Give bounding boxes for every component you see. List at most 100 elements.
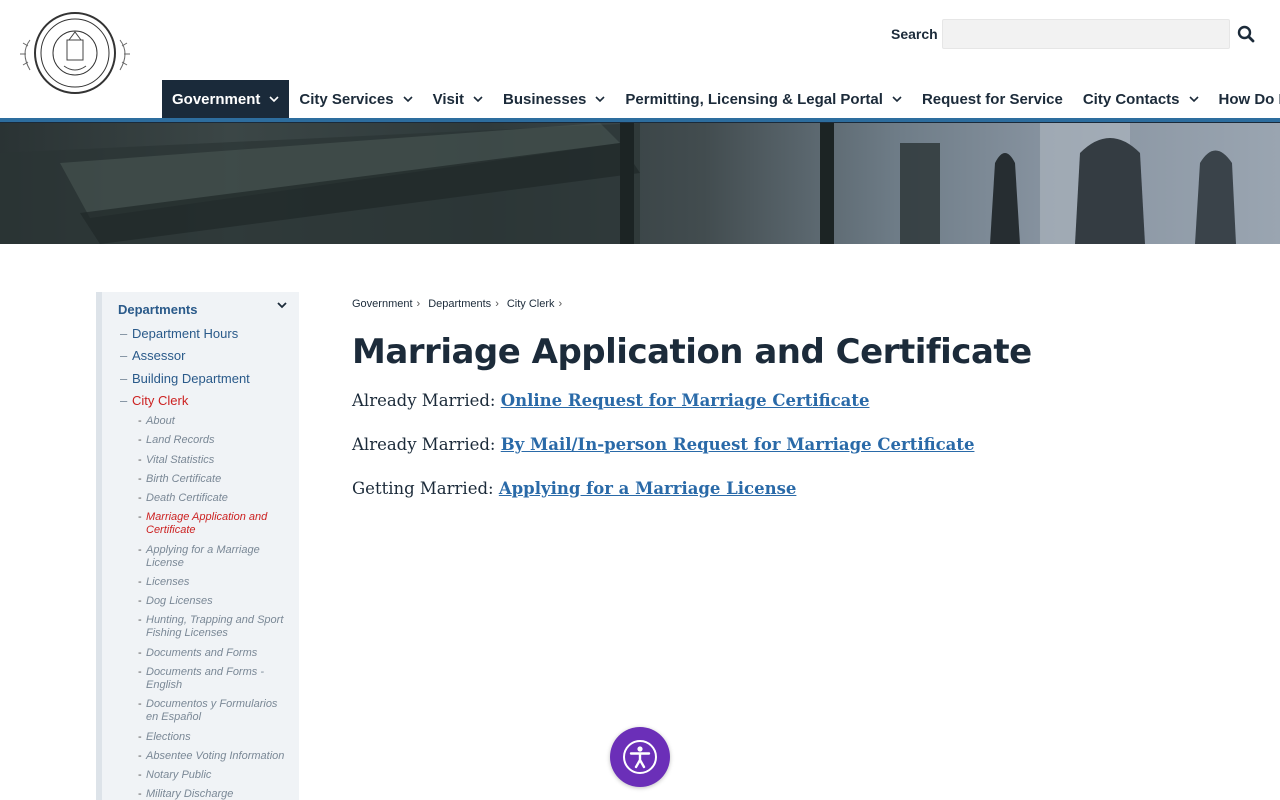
sidebar-subitem-label: Documents and Forms - English <box>146 666 264 691</box>
nav-item-government[interactable]: Government <box>162 80 290 118</box>
sidebar-subitem-label: Notary Public <box>146 769 212 781</box>
sidebar-item-label: Building Department <box>132 371 250 386</box>
sidebar-subitem-documentos-espanol[interactable]: - Documentos y Formularios en Español <box>138 698 288 724</box>
sidebar-subitem-label: Hunting, Trapping and Sport Fishing Lice… <box>146 614 284 639</box>
list-dash: – <box>120 348 128 363</box>
nav-item-businesses[interactable]: Businesses <box>493 80 615 118</box>
marriage-license-link[interactable]: Applying for a Marriage License <box>499 479 797 498</box>
nav-label: City Contacts <box>1082 90 1180 108</box>
sidebar-subitem-dog-licenses[interactable]: - Dog Licenses <box>138 595 288 608</box>
breadcrumb-separator: › <box>495 298 499 310</box>
sidebar-collapse-button[interactable] <box>275 298 289 312</box>
nav-label: How Do I? <box>1218 90 1280 108</box>
chevron-down-icon <box>277 302 287 309</box>
sidebar-subitem-label: Marriage Application and Certificate <box>146 511 268 536</box>
sidebar-item-label: Department Hours <box>132 326 239 341</box>
chevron-down-icon <box>892 94 902 104</box>
breadcrumb-government[interactable]: Government <box>352 298 413 310</box>
sidebar-subitem-label: Vital Statistics <box>146 454 215 466</box>
sidebar-subitem-label: Absentee Voting Information <box>146 750 285 762</box>
chevron-down-icon <box>1188 94 1199 104</box>
nav-item-request-for-service[interactable]: Request for Service <box>912 80 1073 118</box>
sidebar-subitem-label: Dog Licenses <box>146 595 213 607</box>
nav-label: Businesses <box>503 90 587 108</box>
search-input[interactable] <box>941 19 1230 49</box>
sidebar-subitem-birth-certificate[interactable]: - Birth Certificate <box>138 473 288 486</box>
sidebar-subitem-about[interactable]: - About <box>138 415 288 428</box>
content-prefix: Already Married: <box>352 435 501 454</box>
sidebar-subitem-label: Documentos y Formularios en Español <box>146 698 278 723</box>
accessibility-button[interactable] <box>610 727 670 787</box>
city-seal-logo[interactable] <box>16 10 134 96</box>
nav-item-city-contacts[interactable]: City Contacts <box>1073 80 1209 118</box>
content-prefix: Already Married: <box>352 391 501 410</box>
chevron-down-icon <box>595 94 605 104</box>
sidebar-subitem-notary-public[interactable]: - Notary Public <box>138 769 288 782</box>
chevron-down-icon <box>473 94 483 104</box>
sidebar-subitem-label: Documents and Forms <box>146 647 258 659</box>
search-icon <box>1237 25 1255 43</box>
sidebar-subitem-marriage-license[interactable]: - Applying for a Marriage License <box>138 544 288 570</box>
nav-item-city-services[interactable]: City Services <box>289 80 422 118</box>
breadcrumb-separator: › <box>558 298 563 310</box>
sidebar-subitem-death-certificate[interactable]: - Death Certificate <box>138 492 288 505</box>
sidebar-item-building-department[interactable]: – Building Department <box>120 371 250 386</box>
list-dash: – <box>120 393 128 408</box>
sidebar-item-department-hours[interactable]: – Department Hours <box>120 326 238 341</box>
sidebar-subitem-absentee-voting[interactable]: - Absentee Voting Information <box>138 750 288 763</box>
list-dash: – <box>120 326 128 341</box>
nav-item-visit[interactable]: Visit <box>423 80 493 118</box>
sidebar-subitem-elections[interactable]: - Elections <box>138 731 288 744</box>
nav-label: Permitting, Licensing & Legal Portal <box>625 90 883 108</box>
breadcrumb-city-clerk[interactable]: City Clerk <box>507 298 555 310</box>
sidebar-subitem-vital-statistics[interactable]: - Vital Statistics <box>138 454 288 467</box>
sidebar-subitem-land-records[interactable]: - Land Records <box>138 434 288 447</box>
breadcrumb-departments[interactable]: Departments <box>428 298 491 310</box>
sidebar-subitem-label: Military Discharge <box>146 788 234 800</box>
sidebar-item-assessor[interactable]: – Assessor <box>120 348 185 363</box>
sidebar-subitem-label: Licenses <box>146 576 190 588</box>
list-dash: – <box>120 371 128 386</box>
sidebar-subitem-marriage-application[interactable]: - Marriage Application and Certificate <box>138 511 288 537</box>
sidebar-subitem-licenses[interactable]: - Licenses <box>138 576 288 589</box>
mail-request-link[interactable]: By Mail/In-person Request for Marriage C… <box>501 435 975 454</box>
sidebar-item-city-clerk[interactable]: – City Clerk <box>120 393 188 408</box>
sidebar-subitem-label: About <box>146 415 175 427</box>
sidebar-nav: Departments – Department Hours – Assessor … <box>96 292 299 800</box>
content-line-mail-request: Already Married: By Mail/In-person Reque… <box>352 435 974 454</box>
sidebar-item-label: Assessor <box>132 348 186 363</box>
sidebar-subitem-label: Elections <box>146 731 191 743</box>
content-prefix: Getting Married: <box>352 479 499 498</box>
sidebar-subitem-military-discharge[interactable]: - Military Discharge <box>138 788 288 800</box>
page-title: Marriage Application and Certificate <box>352 332 1032 372</box>
nav-label: Visit <box>432 90 464 108</box>
search-area: Search <box>891 19 1262 49</box>
chevron-down-icon <box>403 94 413 104</box>
content-line-marriage-license: Getting Married: Applying for a Marriage… <box>352 479 796 498</box>
content-line-online-request: Already Married: Online Request for Marr… <box>352 391 869 410</box>
hero-banner-image <box>0 123 1280 244</box>
sidebar-heading[interactable]: Departments <box>118 302 197 317</box>
sidebar-subitem-label: Applying for a Marriage License <box>146 544 260 569</box>
nav-label: City Services <box>299 90 394 108</box>
online-request-link[interactable]: Online Request for Marriage Certificate <box>501 391 870 410</box>
sidebar-subitem-hunting-licenses[interactable]: - Hunting, Trapping and Sport Fishing Lic… <box>138 614 288 640</box>
sidebar-subitem-label: Death Certificate <box>146 492 228 504</box>
site-header: Search Government City Services Visit Bu… <box>0 0 1280 118</box>
breadcrumb: Government › Departments › City Clerk › <box>352 298 570 310</box>
sidebar-subitem-label: Land Records <box>146 434 215 446</box>
accessibility-icon <box>623 740 657 774</box>
sidebar-subitem-documents-forms-english[interactable]: - Documents and Forms - English <box>138 666 288 692</box>
search-label: Search <box>891 26 938 42</box>
sidebar-item-label: City Clerk <box>132 393 189 408</box>
sidebar-subitem-label: Birth Certificate <box>146 473 222 485</box>
main-nav: Government City Services Visit Businesse… <box>162 80 1280 118</box>
nav-label: Request for Service <box>921 90 1063 108</box>
search-button[interactable] <box>1230 19 1262 49</box>
nav-item-permitting[interactable]: Permitting, Licensing & Legal Portal <box>615 80 912 118</box>
breadcrumb-separator: › <box>416 298 421 310</box>
nav-label: Government <box>172 90 261 108</box>
nav-item-how-do-i[interactable]: How Do I? <box>1209 80 1280 118</box>
sidebar-subitem-documents-forms[interactable]: - Documents and Forms <box>138 647 288 660</box>
chevron-down-icon <box>269 94 279 104</box>
